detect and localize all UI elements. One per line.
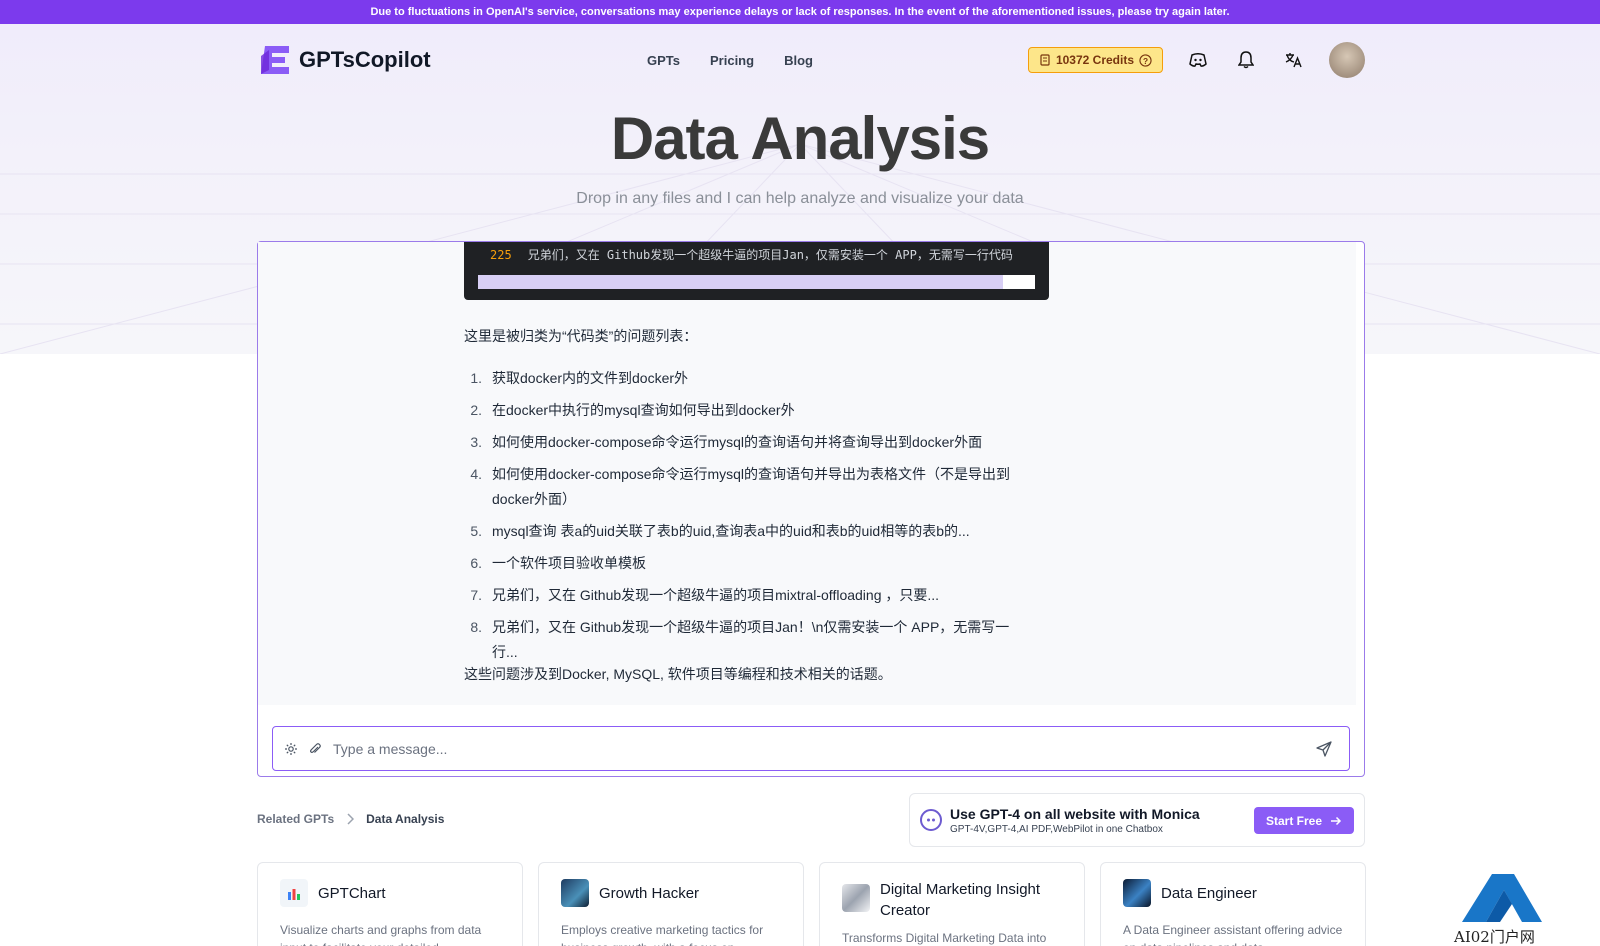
- code-line-text: 兄弟们，又在 Github发现一个超级牛逼的项目Jan，仅需安装一个 APP，无…: [527, 248, 1013, 262]
- list-item: 7. 兄弟们，又在 Github发现一个超级牛逼的项目mixtral-offloa…: [470, 587, 940, 603]
- list-item: 1. 获取docker内的文件到docker外: [470, 370, 689, 386]
- card-description: A Data Engineer assistant offering advic…: [1123, 923, 1343, 946]
- code-block: 225 兄弟们，又在 Github发现一个超级牛逼的项目Jan，仅需安装一个 AP…: [464, 242, 1049, 300]
- discord-icon: [1189, 53, 1207, 67]
- promo-title: Use GPT-4 on all website with Monica: [950, 805, 1200, 822]
- svg-text:?: ?: [1143, 55, 1148, 65]
- user-avatar[interactable]: [1329, 42, 1365, 78]
- start-free-label: Start Free: [1265, 813, 1322, 828]
- credits-count: 10372 Credits: [1055, 53, 1134, 67]
- marketing-icon: [842, 884, 870, 912]
- card-title: GPTChart: [318, 884, 386, 902]
- nav-link-blog[interactable]: Blog: [784, 53, 813, 68]
- nav-links: GPTs Pricing Blog: [647, 53, 813, 68]
- message-input[interactable]: [333, 740, 1309, 757]
- gpt-card-digital-marketing[interactable]: Digital Marketing Insight Creator Transf…: [819, 862, 1085, 946]
- nav-actions: 10372 Credits ?: [1027, 42, 1365, 78]
- message-intro: 这里是被归类为“代码类”的问题列表：: [464, 328, 698, 344]
- breadcrumb: Related GPTs Data Analysis: [257, 812, 444, 826]
- help-circle-icon[interactable]: ?: [1139, 53, 1152, 67]
- card-description: Transforms Digital Marketing Data into: [842, 931, 1047, 945]
- page-subtitle: Drop in any files and I can help analyze…: [576, 190, 1024, 207]
- list-item: 5. mysql查询 表a的uid关联了表b的uid,查询表a中的uid和表b的u…: [470, 523, 970, 539]
- chat-messages[interactable]: 225 兄弟们，又在 Github发现一个超级牛逼的项目Jan，仅需安装一个 AP…: [258, 242, 1356, 705]
- card-description: Employs creative marketing tactics for b…: [561, 923, 764, 946]
- breadcrumb-current: Data Analysis: [366, 812, 445, 826]
- code-line: 225 兄弟们，又在 Github发现一个超级牛逼的项目Jan，仅需安装一个 AP…: [490, 246, 1013, 263]
- message-outro: 这些问题涉及到Docker, MySQL, 软件项目等编程和技术相关的话题。: [464, 666, 892, 682]
- brand-name: GPTsCopilot: [299, 47, 431, 72]
- watermark-text: AI02门户网: [1454, 928, 1535, 946]
- nav-link-pricing[interactable]: Pricing: [710, 53, 754, 68]
- start-free-button[interactable]: Start Free: [1253, 807, 1354, 834]
- top-navigation: GPTsCopilot GPTs Pricing Blog 10372 Cred…: [257, 40, 1365, 80]
- coin-icon: [1040, 54, 1050, 66]
- list-item: 8. 兄弟们，又在 Github发现一个超级牛逼的项目Jan！\n仅需安装一个 A…: [470, 619, 1010, 660]
- growth-icon: [561, 879, 589, 907]
- translate-icon: [1285, 53, 1302, 68]
- list-item: 2. 在docker中执行的mysql查询如何导出到docker外: [470, 402, 795, 418]
- service-notice-text: Due to fluctuations in OpenAI's service,…: [370, 6, 1230, 18]
- notifications-button[interactable]: [1233, 47, 1259, 73]
- service-notice-banner: Due to fluctuations in OpenAI's service,…: [0, 0, 1600, 24]
- arrow-right-icon: [1331, 816, 1342, 825]
- question-list: 1. 获取docker内的文件到docker外 2. 在docker中执行的mysq…: [464, 366, 1024, 672]
- data-engineer-icon: [1123, 879, 1151, 907]
- gptscopilot-logo-icon: [261, 46, 289, 74]
- discord-button[interactable]: [1185, 47, 1211, 73]
- card-title: Data Engineer: [1161, 884, 1257, 902]
- paperclip-icon: [310, 742, 321, 753]
- gear-icon: [285, 742, 297, 755]
- code-scrollbar-thumb[interactable]: [478, 275, 1003, 289]
- code-scrollbar[interactable]: [478, 275, 1035, 289]
- list-item: 4. 如何使用docker-compose命令运行mysql的查询语句并导出为表格…: [470, 466, 1011, 507]
- breadcrumb-related-gpts[interactable]: Related GPTs: [257, 812, 334, 826]
- attach-button[interactable]: [303, 742, 327, 756]
- settings-button[interactable]: [279, 742, 303, 756]
- list-item: 3. 如何使用docker-compose命令运行mysql的查询语句并将查询导出…: [470, 434, 983, 450]
- chart-icon: [280, 879, 308, 907]
- gpt-card-gptchart[interactable]: GPTChart Visualize charts and graphs fro…: [257, 862, 523, 946]
- send-button[interactable]: [1309, 740, 1339, 757]
- brand-logo[interactable]: GPTsCopilot: [257, 42, 431, 78]
- promo-subtitle: GPT-4V,GPT-4,AI PDF,WebPilot in one Chat…: [950, 823, 1163, 835]
- monica-promo: Use GPT-4 on all website with Monica GPT…: [909, 793, 1365, 847]
- bell-icon: [1238, 51, 1254, 69]
- credits-badge[interactable]: 10372 Credits ?: [1027, 47, 1163, 73]
- card-title: Digital Marketing Insight Creator: [880, 881, 1041, 919]
- gpt-card-growth-hacker[interactable]: Growth Hacker Employs creative marketing…: [538, 862, 804, 946]
- language-button[interactable]: [1281, 47, 1307, 73]
- monica-icon: [920, 809, 942, 831]
- chevron-right-icon: [347, 813, 355, 825]
- nav-link-gpts[interactable]: GPTs: [647, 53, 680, 68]
- page-title: Data Analysis: [610, 105, 990, 172]
- code-line-number: 225: [490, 248, 512, 262]
- chat-panel: 225 兄弟们，又在 Github发现一个超级牛逼的项目Jan，仅需安装一个 AP…: [257, 241, 1365, 777]
- list-item: 6. 一个软件项目验收单模板: [470, 555, 646, 571]
- message-composer: [272, 726, 1350, 771]
- gpt-card-data-engineer[interactable]: Data Engineer A Data Engineer assistant …: [1100, 862, 1366, 946]
- card-title: Growth Hacker: [599, 884, 700, 902]
- card-description: Visualize charts and graphs from data in…: [280, 923, 482, 946]
- related-gpts-grid: GPTChart Visualize charts and graphs fro…: [257, 862, 1366, 946]
- send-icon: [1316, 740, 1332, 757]
